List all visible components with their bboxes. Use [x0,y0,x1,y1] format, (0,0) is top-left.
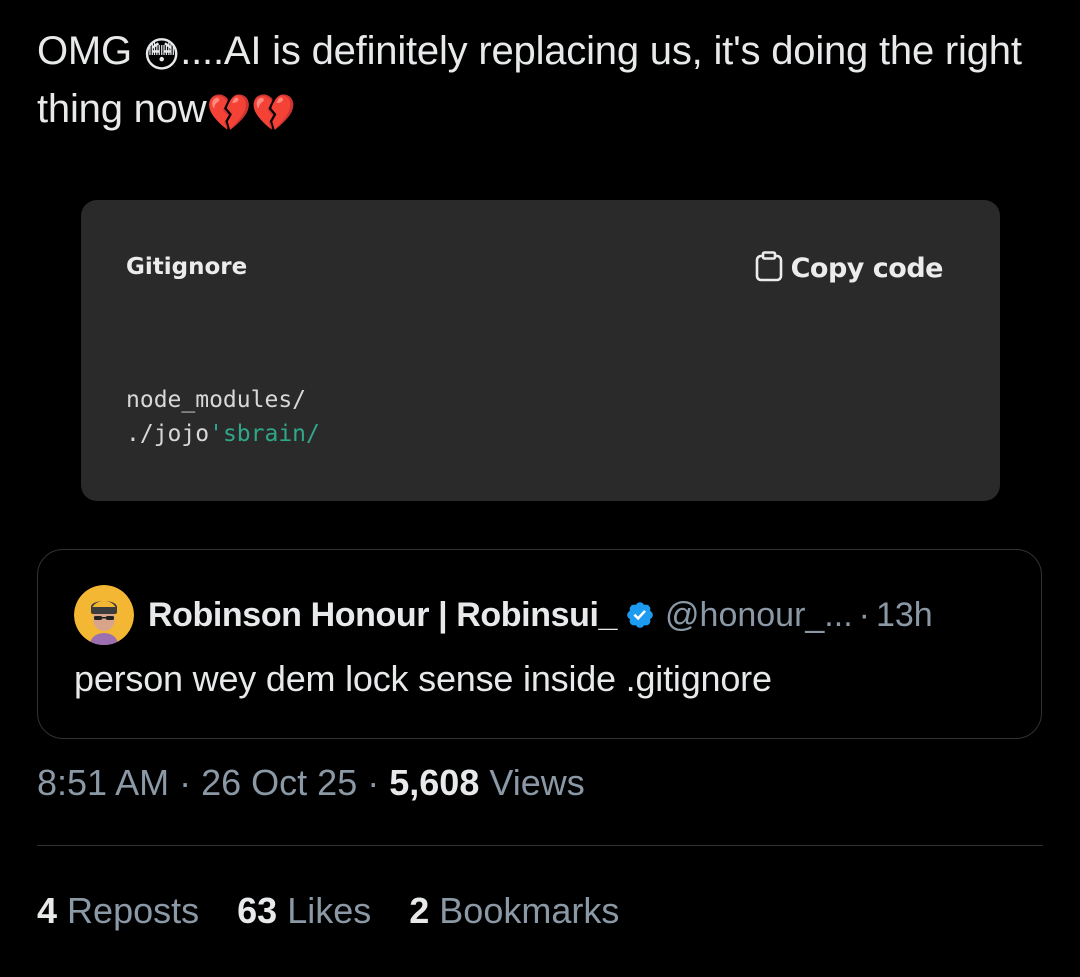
code-string-token: 'sbrain/ [209,421,320,447]
quoted-author-handle[interactable]: @honour_... [665,596,853,635]
copy-code-button[interactable]: Copy code [753,250,944,287]
tweet-meta: 8:51 AM · 26 Oct 25 · 5,608 Views [37,762,585,804]
tweet-time[interactable]: 8:51 AM [37,762,169,803]
tweet-text-part2: ....AI is definitely replacing us, it's … [37,29,1022,131]
tweet-date[interactable]: 26 Oct 25 [201,762,357,803]
bookmarks-count: 2 [409,890,430,931]
tweet-text-part1: OMG [37,29,143,73]
quoted-tweet-text: person wey dem lock sense inside .gitign… [74,658,772,699]
broken-heart-emoji: 💔 [206,92,252,133]
quoted-author-name[interactable]: Robinson Honour | Robinsui_ [148,596,617,635]
bookmarks-label: Bookmarks [439,890,620,931]
separator-dot: · [179,762,192,803]
code-token: ./jojo [126,421,210,447]
code-block: Gitignore Copy code node_modules/ ./jojo'… [81,200,1000,501]
verified-badge-icon [625,600,655,630]
likes-label: Likes [287,890,372,931]
tweet-text: OMG 😳....AI is definitely replacing us, … [37,22,1047,138]
code-language-label: Gitignore [126,254,248,280]
bookmarks-stat[interactable]: 2 Bookmarks [409,890,619,932]
avatar[interactable] [74,585,134,645]
separator-dot: · [858,595,870,634]
clipboard-icon [753,250,785,287]
copy-code-label: Copy code [790,253,944,284]
likes-count: 63 [237,890,278,931]
broken-heart-emoji: 💔 [251,92,296,133]
code-line: ./jojo'sbrain/ [126,417,320,451]
separator-dot: · [367,762,380,803]
reposts-label: Reposts [67,890,200,931]
flushed-face-emoji: 😳 [142,34,181,75]
engagement-stats: 4 Reposts 63 Likes 2 Bookmarks [37,890,619,932]
code-content: node_modules/ ./jojo'sbrain/ [126,383,320,451]
quoted-tweet-header: Robinson Honour | Robinsui_ @honour_... … [74,585,933,645]
reposts-count: 4 [37,890,58,931]
quoted-tweet[interactable]: Robinson Honour | Robinsui_ @honour_... … [37,549,1042,739]
reposts-stat[interactable]: 4 Reposts [37,890,199,932]
views-count: 5,608 [389,762,480,803]
views-label: Views [489,762,585,803]
code-line: node_modules/ [126,387,307,413]
quoted-tweet-time[interactable]: 13h [876,596,933,635]
likes-stat[interactable]: 63 Likes [237,890,371,932]
divider [37,845,1043,846]
